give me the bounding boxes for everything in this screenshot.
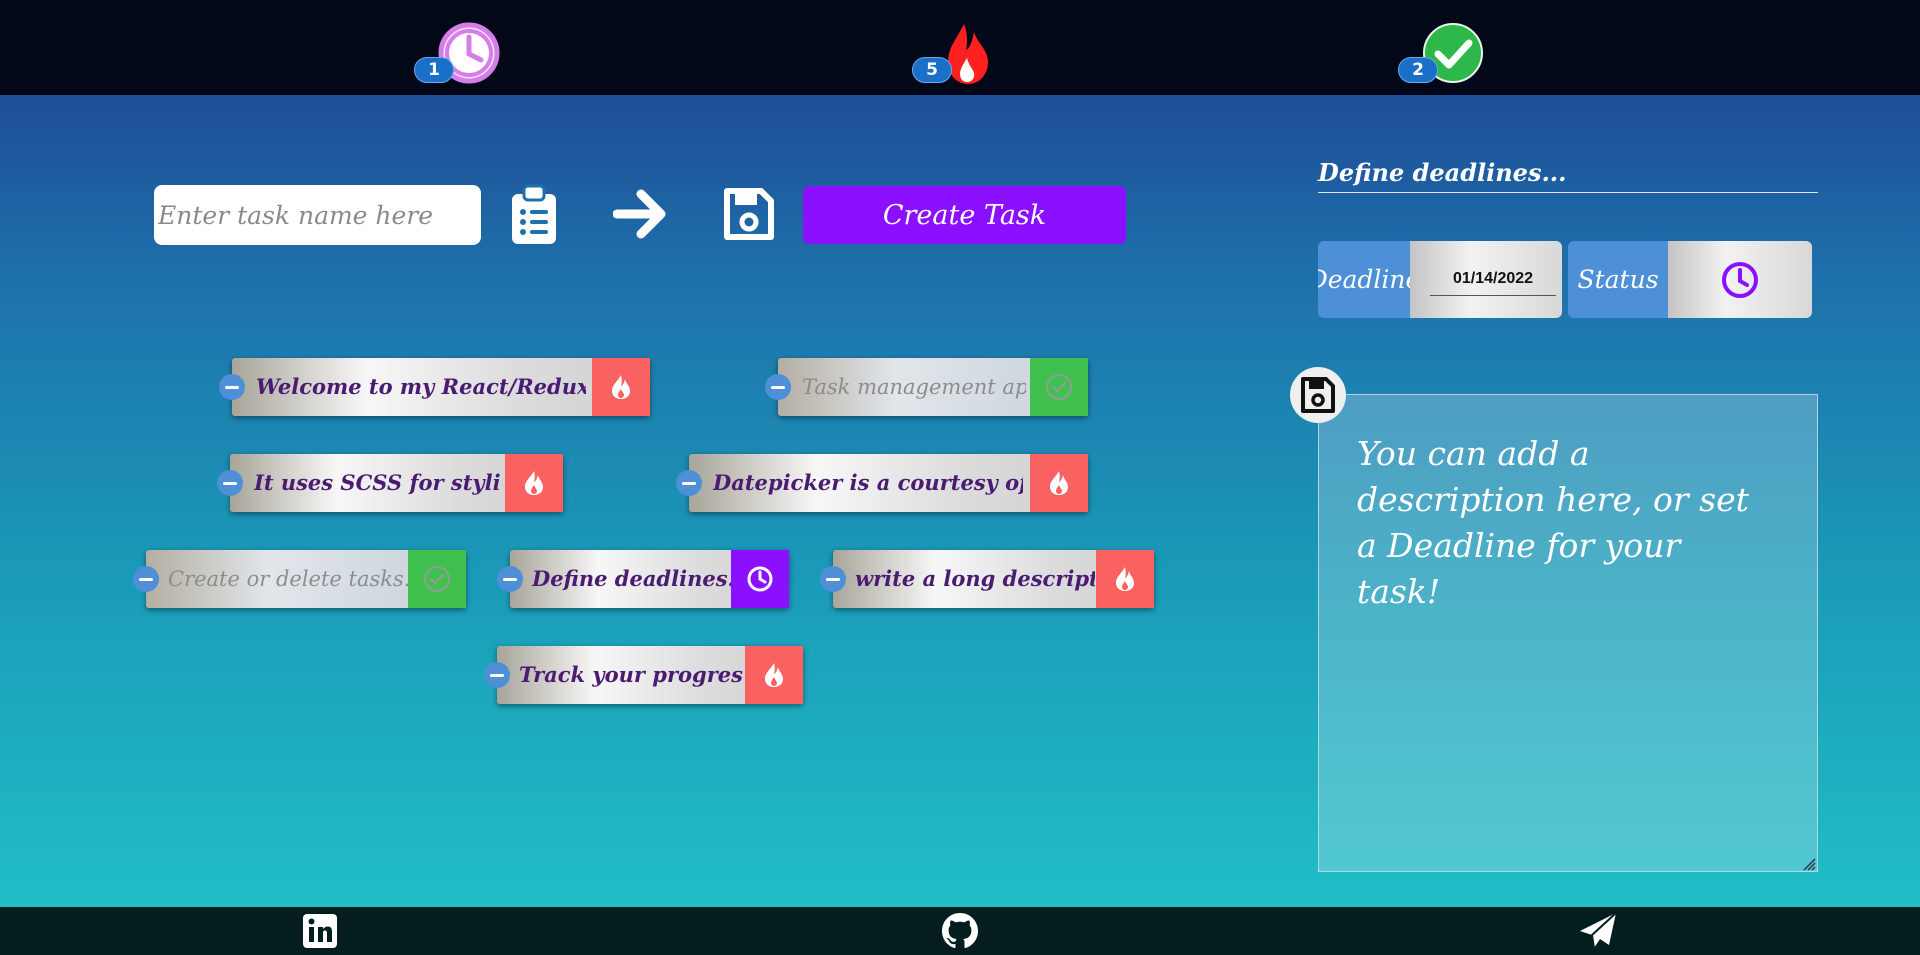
task-chip[interactable]: Welcome to my React/Redux based — [219, 358, 650, 416]
arrow-right-icon[interactable] — [612, 188, 669, 244]
selected-task-title: Define deadlines... — [1318, 150, 1818, 193]
save-icon[interactable] — [723, 187, 775, 245]
check-circle-icon[interactable] — [408, 550, 466, 608]
fire-icon[interactable] — [1096, 550, 1154, 608]
delete-task-button[interactable] — [497, 566, 523, 592]
delete-task-button[interactable] — [820, 566, 846, 592]
fire-icon[interactable] — [745, 646, 803, 704]
github-icon[interactable] — [940, 911, 980, 951]
fire-icon[interactable] — [1030, 454, 1088, 512]
check-circle-icon[interactable] — [1030, 358, 1088, 416]
task-chip-label: Datepicker is a courtesy of MUI — [713, 470, 1023, 495]
deadline-date-input[interactable] — [1430, 263, 1556, 296]
save-icon — [1301, 377, 1335, 413]
task-chip-label: Define deadlines... — [532, 566, 732, 591]
task-chip-label: Track your progress :) — [519, 662, 743, 687]
clock-icon[interactable] — [731, 550, 789, 608]
deadline-box: Deadline — [1318, 241, 1562, 318]
fire-icon[interactable] — [592, 358, 650, 416]
task-chip-label: Task management app — [802, 375, 1026, 399]
task-chip[interactable]: Create or delete tasks... — [133, 550, 466, 608]
status-box: Status — [1568, 241, 1812, 318]
delete-task-button[interactable] — [219, 374, 245, 400]
status-label: Status — [1568, 241, 1668, 318]
clock-icon — [1722, 261, 1758, 298]
deadline-field — [1410, 241, 1562, 318]
delete-task-button[interactable] — [484, 662, 510, 688]
task-chip[interactable]: Datepicker is a courtesy of MUI — [676, 454, 1088, 512]
pending-counter[interactable]: 1 — [414, 22, 504, 86]
task-chip[interactable]: Define deadlines... — [497, 550, 789, 608]
task-chip[interactable]: Task management app — [765, 358, 1088, 416]
fire-icon[interactable] — [505, 454, 563, 512]
task-chip[interactable]: It uses SCSS for styling — [217, 454, 563, 512]
delete-task-button[interactable] — [765, 374, 791, 400]
footer-bar — [0, 907, 1920, 955]
status-selector[interactable] — [1668, 241, 1812, 318]
done-count-badge: 2 — [1398, 57, 1438, 83]
clipboard-list-icon[interactable] — [510, 184, 558, 250]
create-task-button[interactable]: Create Task — [803, 186, 1126, 244]
task-chip-label: It uses SCSS for styling — [254, 470, 502, 495]
delete-task-button[interactable] — [133, 566, 159, 592]
task-chip-label: Welcome to my React/Redux based — [256, 374, 586, 399]
linkedin-icon[interactable] — [300, 911, 340, 951]
paper-plane-icon[interactable] — [1578, 911, 1618, 951]
delete-task-button[interactable] — [217, 470, 243, 496]
description-textarea[interactable]: You can add a description here, or set a… — [1318, 394, 1818, 872]
delete-task-button[interactable] — [676, 470, 702, 496]
save-description-button[interactable] — [1290, 367, 1346, 423]
deadline-label: Deadline — [1318, 241, 1420, 318]
task-chip-label: write a long description — [855, 566, 1095, 591]
pending-count-badge: 1 — [414, 57, 454, 83]
urgent-counter[interactable]: 5 — [912, 22, 1002, 86]
task-chip[interactable]: Track your progress :) — [484, 646, 803, 704]
task-chip[interactable]: write a long description — [820, 550, 1154, 608]
textarea-resize-handle[interactable] — [1802, 856, 1816, 875]
task-name-input[interactable] — [154, 185, 481, 245]
task-chip-label: Create or delete tasks... — [168, 567, 408, 591]
header-bar: 1 5 2 — [0, 0, 1920, 95]
urgent-count-badge: 5 — [912, 57, 952, 83]
done-counter[interactable]: 2 — [1398, 22, 1488, 86]
